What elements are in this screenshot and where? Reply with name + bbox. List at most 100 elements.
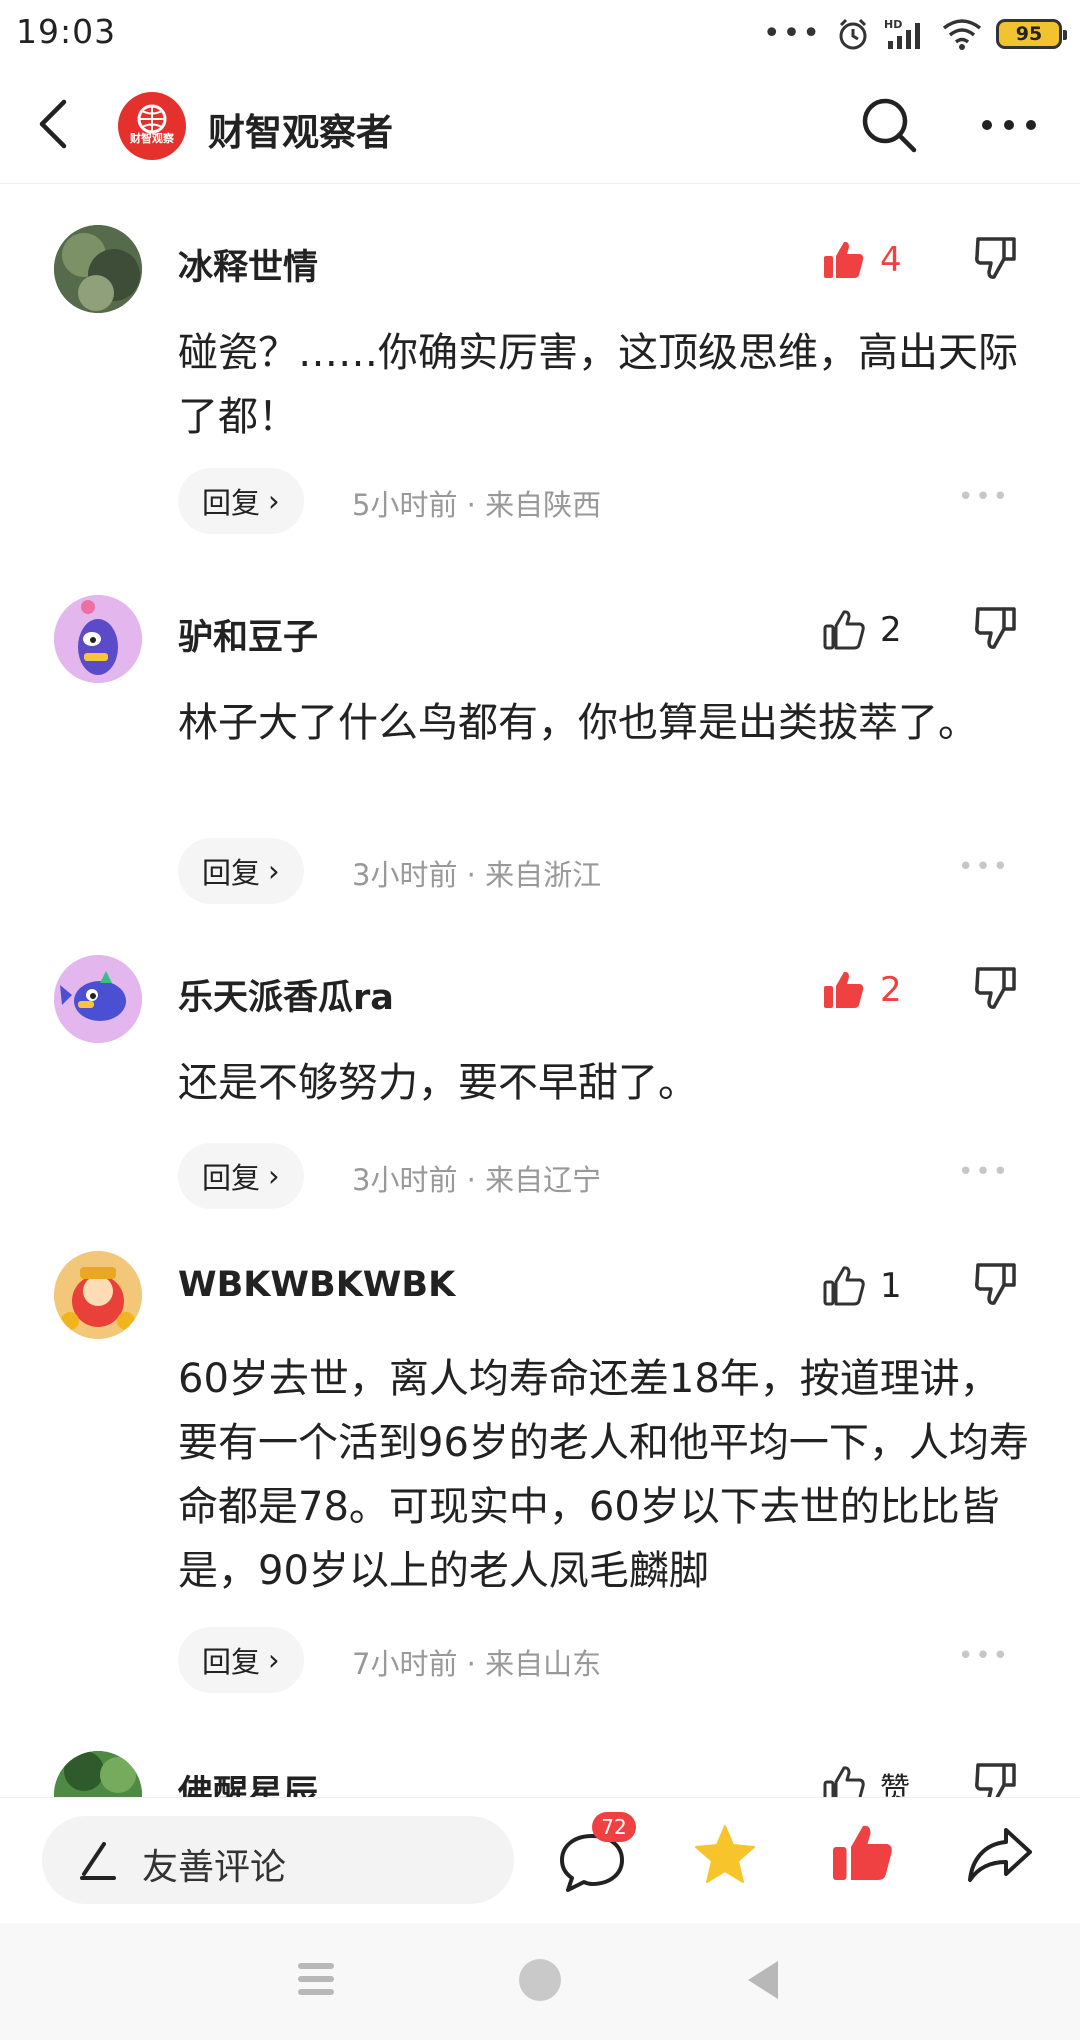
status-time: 19:03 — [16, 12, 117, 51]
thumbs-up-icon — [823, 1766, 865, 1797]
dislike-button[interactable] — [972, 963, 1022, 1017]
comment-more-icon[interactable]: ••• — [958, 1157, 1010, 1187]
comment-meta: 回复 › 5小时前 · 来自陕西 ••• — [178, 468, 1038, 534]
more-dots-icon — [982, 120, 1036, 130]
reply-label: 回复 — [202, 486, 261, 520]
avatar-image — [54, 225, 142, 313]
comment-placeholder: 友善评论 — [142, 1847, 287, 1888]
page-title[interactable]: 财智观察者 — [208, 102, 393, 156]
comment-item: 佛醒星辰 赞 — [0, 1725, 1080, 1797]
comment-meta: 回复 › 7小时前 · 来自山东 ••• — [178, 1627, 1038, 1693]
logo-text: 财智观察 — [130, 132, 174, 145]
status-bar: 19:03 ••• HD 95 — [0, 0, 1080, 64]
dislike-button[interactable] — [972, 1759, 1022, 1797]
avatar-image — [54, 1751, 142, 1797]
battery-level: 95 — [1015, 23, 1043, 45]
dislike-button[interactable] — [972, 603, 1022, 657]
thumbs-up-icon — [823, 610, 865, 650]
chevron-right-icon: › — [268, 484, 280, 518]
comment-meta: 回复 › 3小时前 · 来自辽宁 ••• — [178, 1143, 1038, 1209]
reply-label: 回复 — [202, 856, 261, 890]
avatar[interactable] — [54, 1251, 142, 1339]
menu-icon[interactable] — [296, 1959, 336, 1999]
comment-time-location: 7小时前 · 来自山东 — [352, 1647, 602, 1681]
reply-button[interactable]: 回复 › — [178, 468, 304, 534]
avatar[interactable] — [54, 955, 142, 1043]
comment-more-icon[interactable]: ••• — [958, 852, 1010, 882]
header: 财智观察 财智观察者 — [0, 64, 1080, 184]
reply-button[interactable]: 回复 › — [178, 1143, 304, 1209]
globe-icon — [137, 104, 167, 134]
chevron-right-icon: › — [268, 854, 280, 888]
comment-time-location: 3小时前 · 来自辽宁 — [352, 1163, 602, 1197]
alarm-icon — [839, 18, 867, 50]
comment-input[interactable]: 友善评论 — [42, 1816, 514, 1904]
reply-button[interactable]: 回复 › — [178, 838, 304, 904]
like-article-button[interactable] — [830, 1820, 896, 1886]
avatar[interactable] — [54, 225, 142, 313]
thumbs-down-icon — [975, 967, 1016, 1009]
home-icon[interactable] — [519, 1959, 561, 2001]
chevron-right-icon: › — [268, 1159, 280, 1193]
svg-text:HD: HD — [884, 18, 902, 31]
publisher-logo[interactable]: 财智观察 — [118, 92, 186, 160]
search-button[interactable] — [858, 94, 920, 156]
comment-more-icon[interactable]: ••• — [958, 1641, 1010, 1671]
signal-hd-icon: HD — [884, 18, 920, 49]
thumbs-down-icon — [975, 1263, 1016, 1305]
like-button[interactable]: 1 — [822, 1259, 902, 1313]
like-count: 2 — [880, 610, 902, 650]
comment-time-location: 5小时前 · 来自陕西 — [352, 488, 602, 522]
battery-icon: 95 — [996, 19, 1067, 49]
share-arrow-icon — [968, 1828, 1032, 1882]
like-button[interactable]: 赞 — [822, 1759, 910, 1797]
username[interactable]: 驴和豆子 — [178, 609, 318, 660]
username[interactable]: 乐天派香瓜ra — [178, 969, 394, 1020]
reply-button[interactable]: 回复 › — [178, 1627, 304, 1693]
comment-item: 冰释世情 4 碰瓷？……你确实厉害，这顶级思维，高出天际了都！ 回复 › 5小时… — [0, 185, 1080, 555]
like-count: 2 — [880, 970, 902, 1010]
username[interactable]: 冰释世情 — [178, 239, 318, 290]
like-button[interactable]: 4 — [822, 233, 902, 287]
back-button[interactable] — [26, 94, 86, 154]
comment-text: 还是不够努力，要不早甜了。 — [178, 1060, 698, 1106]
thumbs-up-filled-icon — [833, 1825, 892, 1880]
thumbs-down-icon — [975, 607, 1016, 649]
screen: 19:03 ••• HD 95 财智观察 财智观察者 冰释世情 4 碰瓷？……你… — [0, 0, 1080, 2040]
comment-count-badge: 72 — [592, 1812, 636, 1842]
comment-text: 林子大了什么鸟都有，你也算是出类拔萃了。 — [178, 700, 978, 746]
reply-label: 回复 — [202, 1645, 261, 1679]
username[interactable]: 佛醒星辰 — [178, 1765, 318, 1797]
avatar-image — [54, 955, 142, 1043]
username[interactable]: WBKWBKWBK — [178, 1265, 455, 1305]
avatar[interactable] — [54, 595, 142, 683]
more-button[interactable] — [978, 94, 1040, 156]
avatar-image — [54, 1251, 142, 1339]
share-button[interactable] — [966, 1822, 1034, 1888]
star-icon — [695, 1825, 755, 1883]
search-icon — [862, 98, 917, 153]
avatar-image — [54, 595, 142, 683]
system-nav-bar — [0, 1923, 1080, 2040]
comment-more-icon[interactable]: ••• — [958, 482, 1010, 512]
dislike-button[interactable] — [972, 233, 1022, 287]
like-count: 4 — [880, 240, 902, 280]
comment-meta: 回复 › 3小时前 · 来自浙江 ••• — [178, 838, 1038, 904]
comment-item: WBKWBKWBK 1 60岁去世，离人均寿命还差18年，按道理讲，要有一个活到… — [0, 1231, 1080, 1725]
back-triangle-icon[interactable] — [746, 1959, 780, 2001]
like-button[interactable]: 2 — [822, 963, 902, 1017]
comment-item: 乐天派香瓜ra 2 还是不够努力，要不早甜了。 回复 › 3小时前 · 来自辽宁… — [0, 925, 1080, 1231]
like-count: 1 — [880, 1266, 902, 1306]
favorite-button[interactable] — [692, 1822, 758, 1888]
like-button[interactable]: 2 — [822, 603, 902, 657]
reply-label: 回复 — [202, 1161, 261, 1195]
chevron-left-icon — [39, 99, 67, 149]
thumbs-up-filled-icon — [824, 241, 864, 278]
comment-text: 碰瓷？……你确实厉害，这顶级思维，高出天际了都！ — [178, 330, 1018, 440]
thumbs-down-icon — [975, 237, 1016, 279]
wifi-icon — [942, 19, 982, 50]
dislike-button[interactable] — [972, 1259, 1022, 1313]
avatar[interactable] — [54, 1751, 142, 1797]
comment-item: 驴和豆子 2 林子大了什么鸟都有，你也算是出类拔萃了。 回复 › 3小时前 · … — [0, 555, 1080, 925]
action-bar: 友善评论 72 — [0, 1797, 1080, 1923]
